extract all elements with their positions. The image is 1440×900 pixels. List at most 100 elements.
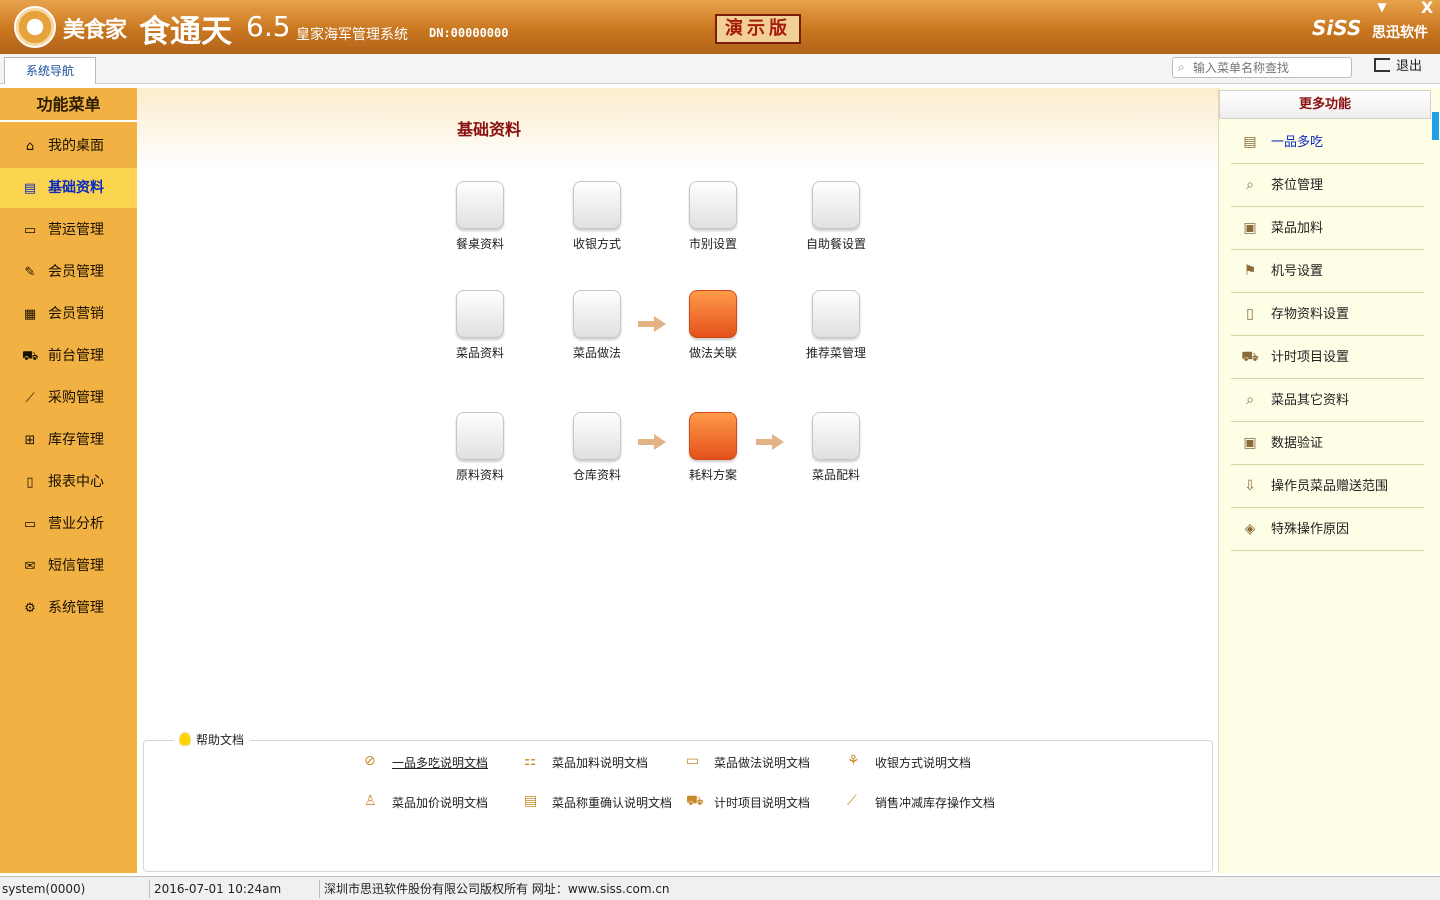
sidebar-item-operations[interactable]: ▭ 营运管理: [0, 210, 137, 250]
more-data-validation[interactable]: ▣ 数据验证: [1231, 422, 1424, 465]
status-datetime: 2016-07-01 10:24am: [152, 880, 320, 898]
logo-icon: [14, 6, 56, 48]
coins-icon: ⚘: [847, 753, 860, 769]
sidebar-item-label: 会员营销: [48, 306, 104, 322]
sidebar-item-inventory[interactable]: ⊞ 库存管理: [0, 420, 137, 460]
search-box[interactable]: ⌕: [1172, 57, 1352, 78]
help-documents: 帮助文档 ⊘ 一品多吃说明文档 ⚏ 菜品加料说明文档 ▭ 菜品做法说明文档 ⚘ 收银方式…: [143, 731, 1213, 872]
more-storage-settings[interactable]: ▯ 存物资料设置: [1231, 293, 1424, 336]
cart-remove-icon: [456, 412, 504, 460]
fn-warehouse-data[interactable]: 仓库资料: [557, 412, 637, 483]
close-icon[interactable]: X: [1419, 0, 1435, 17]
more-tea-seat[interactable]: ⌕ 茶位管理: [1231, 164, 1424, 207]
fn-label: 做法关联: [688, 346, 737, 360]
doc-label: 销售冲减库存操作文档: [875, 796, 996, 810]
fn-label: 菜品做法: [572, 346, 621, 360]
more-item-label: 操作员菜品赠送范围: [1271, 479, 1389, 494]
fn-payment-methods[interactable]: 收银方式: [557, 181, 637, 252]
fn-buffet-settings[interactable]: 自助餐设置: [796, 181, 876, 252]
minimize-icon[interactable]: ▼: [1374, 0, 1390, 14]
fn-label: 菜品资料: [455, 346, 504, 360]
sidebar-item-label: 短信管理: [48, 558, 104, 574]
sidebar-item-label: 系统管理: [48, 600, 104, 616]
search-input[interactable]: [1193, 59, 1343, 76]
lightbulb-icon: [180, 733, 190, 745]
document-icon: [573, 181, 621, 229]
mail-icon: ✉: [24, 559, 36, 574]
tab-bar: 系统导航 ⌕ 退出: [0, 54, 1440, 84]
tag-icon: ⊘: [364, 753, 376, 769]
logout-button[interactable]: 退出: [1374, 57, 1422, 79]
logout-label: 退出: [1396, 59, 1423, 74]
fn-dish-ingredients[interactable]: 菜品配料: [796, 412, 876, 483]
title-bar: 美食家 食通天 6.5 皇家海军管理系统 DN:00000000 演示版 SiS…: [0, 0, 1440, 54]
version-label: 6.5: [246, 10, 291, 43]
function-menu: 功能菜单 ⌂ 我的桌面 ▤ 基础资料 ▭ 营运管理 ✎ 会员管理 ▦ 会员营销 ⛟ 前台管理…: [0, 88, 137, 873]
sidebar-item-label: 库存管理: [48, 432, 104, 448]
sidebar-item-purchasing[interactable]: ⟋ 采购管理: [0, 378, 137, 418]
calculator-icon: ▤: [23, 181, 37, 196]
sidebar-item-sms[interactable]: ✉ 短信管理: [0, 546, 137, 586]
sidebar-item-system[interactable]: ⚙ 系统管理: [0, 588, 137, 628]
sidebar-item-members[interactable]: ✎ 会员管理: [0, 252, 137, 292]
more-special-reasons[interactable]: ◈ 特殊操作原因: [1231, 508, 1424, 551]
search-icon: ⌕: [1246, 177, 1254, 193]
fn-method-link[interactable]: 做法关联: [673, 290, 753, 361]
fn-table-data[interactable]: 餐桌资料: [440, 181, 520, 252]
document-icon: ▯: [1246, 306, 1254, 322]
list-icon: ▤: [524, 793, 538, 809]
scrollbar-thumb[interactable]: [1432, 112, 1439, 140]
list-icon: [689, 181, 737, 229]
cart-icon: ⛟: [22, 349, 39, 364]
sidebar-item-front-desk[interactable]: ⛟ 前台管理: [0, 336, 137, 376]
company-name: 思迅软件: [1372, 25, 1428, 41]
fn-market-settings[interactable]: 市别设置: [673, 181, 753, 252]
document-icon: ▤: [1243, 134, 1257, 150]
sidebar-item-label: 报表中心: [48, 474, 104, 490]
bag-icon: ⚑: [1243, 263, 1257, 279]
fn-raw-materials[interactable]: 原料资料: [440, 412, 520, 483]
more-item-label: 计时项目设置: [1271, 350, 1350, 365]
chart-table-icon: [456, 290, 504, 338]
wrench-icon: ⟋: [25, 391, 35, 406]
sidebar-item-member-marketing[interactable]: ▦ 会员营销: [0, 294, 137, 334]
more-operator-gift-range[interactable]: ⇩ 操作员菜品赠送范围: [1231, 465, 1424, 508]
tab-system-nav[interactable]: 系统导航: [4, 57, 96, 84]
fn-dish-methods[interactable]: 菜品做法: [557, 290, 637, 361]
brand-name: 美食家: [63, 18, 127, 43]
logout-icon: [1374, 58, 1390, 72]
search-icon: ⌕: [1178, 60, 1185, 74]
hierarchy-icon: ⚏: [524, 753, 537, 769]
more-dish-other-data[interactable]: ⌕ 菜品其它资料: [1231, 379, 1424, 422]
more-item-label: 机号设置: [1271, 264, 1324, 279]
search-icon: ⌕: [1246, 392, 1254, 408]
more-terminal-settings[interactable]: ⚑ 机号设置: [1231, 250, 1424, 293]
sidebar-item-basic-data[interactable]: ▤ 基础资料: [0, 168, 137, 208]
more-dish-addons[interactable]: ▣ 菜品加料: [1231, 207, 1424, 250]
fn-recommended-dishes[interactable]: 推荐菜管理: [796, 290, 876, 361]
header-banner: [137, 88, 1218, 168]
import-arrow-icon: [689, 412, 737, 460]
download-icon: ⇩: [1244, 478, 1256, 494]
table-icon: [573, 290, 621, 338]
more-timed-items[interactable]: ⛟ 计时项目设置: [1231, 336, 1424, 379]
fn-label: 餐桌资料: [455, 237, 504, 251]
sidebar-item-reports[interactable]: ▯ 报表中心: [0, 462, 137, 502]
status-bar: system(0000) 2016-07-01 10:24am 深圳市思迅软件股…: [0, 876, 1440, 900]
more-one-dish-multi[interactable]: ▤ 一品多吃: [1231, 121, 1424, 164]
cart-icon: ⛟: [686, 793, 704, 809]
fn-dish-data[interactable]: 菜品资料: [440, 290, 520, 361]
doc-label: 菜品加价说明文档: [392, 796, 489, 810]
fn-consumption-plan[interactable]: 耗料方案: [673, 412, 753, 483]
sidebar-item-desktop[interactable]: ⌂ 我的桌面: [0, 126, 137, 166]
product-name: 食通天: [139, 14, 232, 50]
user-icon: [812, 181, 860, 229]
recommend-icon: [812, 290, 860, 338]
fn-label: 菜品配料: [811, 468, 860, 482]
help-title: 帮助文档: [174, 731, 251, 748]
sidebar-item-label: 采购管理: [48, 390, 104, 406]
box-icon: [812, 412, 860, 460]
sidebar-item-label: 基础资料: [48, 180, 104, 196]
sidebar-item-business-analysis[interactable]: ▭ 营业分析: [0, 504, 137, 544]
function-menu-title: 功能菜单: [0, 88, 137, 122]
